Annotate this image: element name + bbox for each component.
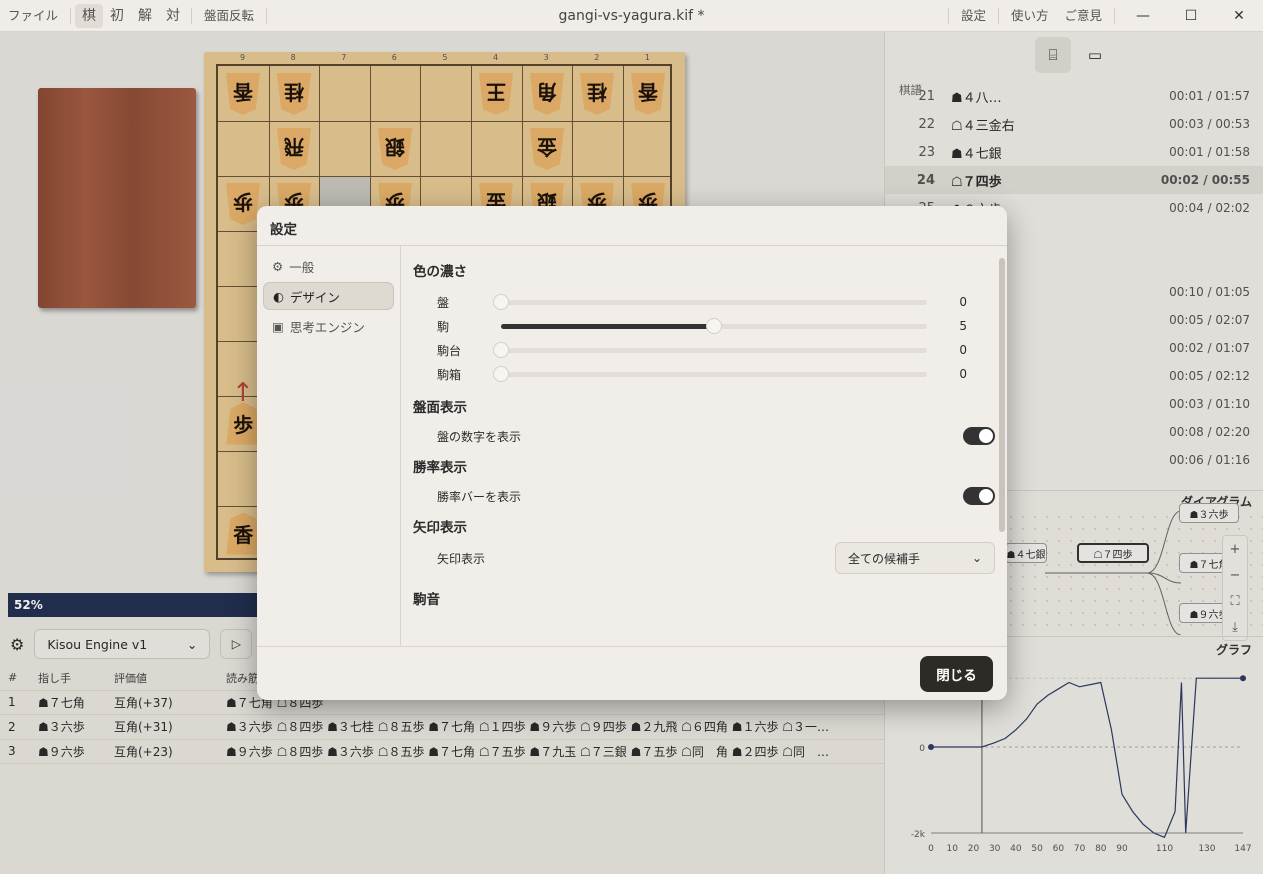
slider-handle[interactable] [493,293,509,310]
settings-nav: ⚙ 一般 ◐ デザイン ▣ 思考エンジン [257,246,401,646]
winrate-section-title: 勝率表示 [413,460,467,476]
settings-content[interactable]: 色の濃さ 盤 0 駒 5 駒台 0 駒箱 0 盤面表示 盤の数字を表示 勝率表示 勝率バーを表… [401,246,1007,646]
board-numbers-toggle[interactable] [963,427,995,445]
usage-menu[interactable]: 使い方 [1003,0,1057,32]
sound-section-title: 駒音 [413,592,440,608]
slider-value: 0 [959,343,967,357]
slider-label: 駒台 [437,343,462,358]
nav-general[interactable]: ⚙ 一般 [263,252,394,280]
winrate-bar-label: 勝率バーを表示 [437,489,522,504]
winrate-bar-row: 勝率バーを表示 [413,480,995,512]
slider-track[interactable] [501,317,927,334]
cpu-icon: ▣ [272,318,284,334]
divider [947,8,949,24]
minimize-icon[interactable]: — [1119,0,1167,32]
slider-handle[interactable] [493,341,509,358]
slider-row: 駒箱 0 [413,362,995,386]
arrow-row: 矢印表示 全ての候補手 ⌄ [413,542,995,574]
color-sliders: 盤 0 駒 5 駒台 0 駒箱 0 [413,290,995,386]
mode-play-button[interactable]: 対 [159,0,187,32]
slider-value: 0 [959,295,967,309]
slider-value: 5 [959,319,967,333]
nav-label: デザイン [289,289,340,305]
dialog-footer: 閉じる [257,646,1007,700]
winrate-bar-toggle[interactable] [963,487,995,505]
window-controls: 設定 使い方 ご意見 — ☐ ✕ [944,0,1263,32]
slider-row: 盤0 [413,290,995,314]
close-button[interactable]: 閉じる [920,656,993,692]
chevron-down-icon: ⌄ [971,551,982,565]
color-section-title: 色の濃さ [413,264,467,280]
nav-label: 一般 [289,259,315,275]
gear-icon: ⚙ [272,258,284,274]
arrow-label: 矢印表示 [437,551,486,566]
flip-board-button[interactable]: 盤面反転 [196,0,262,32]
nav-engine[interactable]: ▣ 思考エンジン [263,312,394,340]
board-numbers-label: 盤の数字を表示 [437,429,522,444]
divider [266,7,268,24]
dialog-title: 設定 [257,206,1007,246]
scrollbar[interactable] [999,258,1005,532]
slider-label: 駒 [437,319,450,334]
settings-menu[interactable]: 設定 [953,0,994,32]
arrow-select[interactable]: 全ての候補手 ⌄ [835,542,995,574]
arrow-select-value: 全ての候補手 [848,551,921,566]
mode-initial-button[interactable]: 初 [103,0,131,32]
slider-handle[interactable] [493,365,509,382]
divider [997,8,999,24]
slider-value: 0 [959,367,967,381]
divider [1114,8,1115,24]
slider-row: 駒台 0 [413,338,995,362]
divider [191,7,193,24]
menu-file[interactable]: ファイル [0,0,66,32]
board-numbers-row: 盤の数字を表示 [413,420,995,452]
slider-handle[interactable] [706,317,722,334]
nav-label: 思考エンジン [289,319,365,335]
divider [70,7,72,24]
arrow-section-title: 矢印表示 [413,520,467,536]
feedback-menu[interactable]: ご意見 [1056,0,1110,32]
dialog-body: ⚙ 一般 ◐ デザイン ▣ 思考エンジン 色の濃さ 盤 0 駒 5 駒台 0 駒箱 0 盤面表… [257,246,1007,646]
settings-dialog: 設定 ⚙ 一般 ◐ デザイン ▣ 思考エンジン 色の濃さ 盤 0 駒 5 駒台 0 駒箱 0 … [257,206,1007,700]
mode-kifu-button[interactable]: 棋 [75,3,104,28]
nav-design[interactable]: ◐ デザイン [263,282,394,310]
title-bar: ファイル 棋 初 解 対 盤面反転 gangi-vs-yagura.kif * … [0,0,1263,32]
slider-track[interactable] [493,341,927,358]
close-window-icon[interactable]: ✕ [1215,0,1263,32]
slider-track[interactable] [493,365,927,382]
slider-label: 駒箱 [437,367,462,382]
slider-fill [501,323,714,329]
maximize-icon[interactable]: ☐ [1167,0,1215,32]
slider-label: 盤 [437,295,450,310]
board-display-title: 盤面表示 [413,400,467,416]
slider-row: 駒5 [413,314,995,338]
mode-analyze-button[interactable]: 解 [131,0,159,32]
palette-icon: ◐ [273,288,284,304]
slider-track[interactable] [493,293,927,310]
